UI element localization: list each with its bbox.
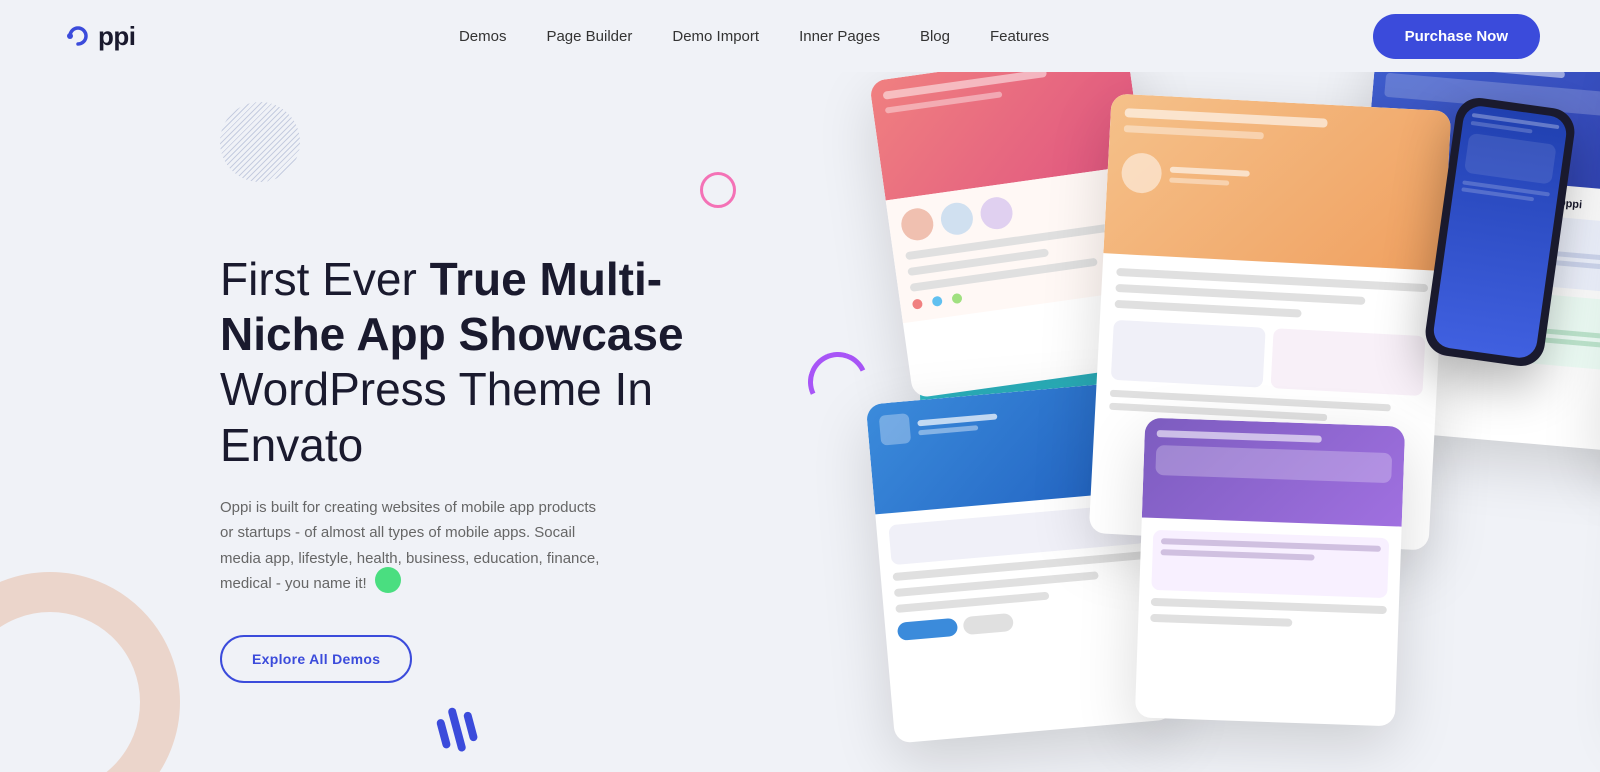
screens-area: Why small Business Owners Love Oppi: [780, 72, 1600, 772]
peach-arc-decoration: [0, 572, 180, 772]
pink-ring-decoration: [700, 172, 736, 208]
logo[interactable]: ppi: [60, 18, 136, 54]
phone-screen: [1432, 104, 1569, 360]
main-nav: Demos Page Builder Demo Import Inner Pag…: [459, 28, 1049, 45]
hero-description: Oppi is built for creating websites of m…: [220, 495, 600, 597]
screen-card-5: [1135, 418, 1405, 727]
purchase-now-button[interactable]: Purchase Now: [1373, 14, 1540, 59]
hero-content: First Ever True Multi-Niche App Showcase…: [220, 252, 684, 683]
explore-all-demos-button[interactable]: Explore All Demos: [220, 635, 412, 683]
tick-bar-1: [436, 718, 451, 749]
nav-page-builder[interactable]: Page Builder: [546, 28, 632, 45]
hero-section: First Ever True Multi-Niche App Showcase…: [0, 72, 1600, 772]
screen5-body: [1137, 517, 1401, 650]
striped-circle-decoration: [220, 102, 300, 182]
header: ppi Demos Page Builder Demo Import Inner…: [0, 0, 1600, 72]
screen5-header: [1142, 418, 1405, 527]
tick-bar-3: [463, 711, 478, 742]
screen2-header: [1103, 93, 1451, 271]
hero-title: First Ever True Multi-Niche App Showcase…: [220, 252, 684, 473]
logo-text: ppi: [98, 21, 136, 52]
nav-demos[interactable]: Demos: [459, 28, 507, 45]
screen2-body: [1094, 253, 1442, 441]
hero-title-light: First Ever: [220, 253, 430, 305]
tick-decoration: [436, 711, 480, 756]
hero-title-light2: WordPress Theme InEnvato: [220, 363, 653, 470]
nav-features[interactable]: Features: [990, 28, 1049, 45]
nav-demo-import[interactable]: Demo Import: [672, 28, 759, 45]
nav-blog[interactable]: Blog: [920, 28, 950, 45]
nav-inner-pages[interactable]: Inner Pages: [799, 28, 880, 45]
